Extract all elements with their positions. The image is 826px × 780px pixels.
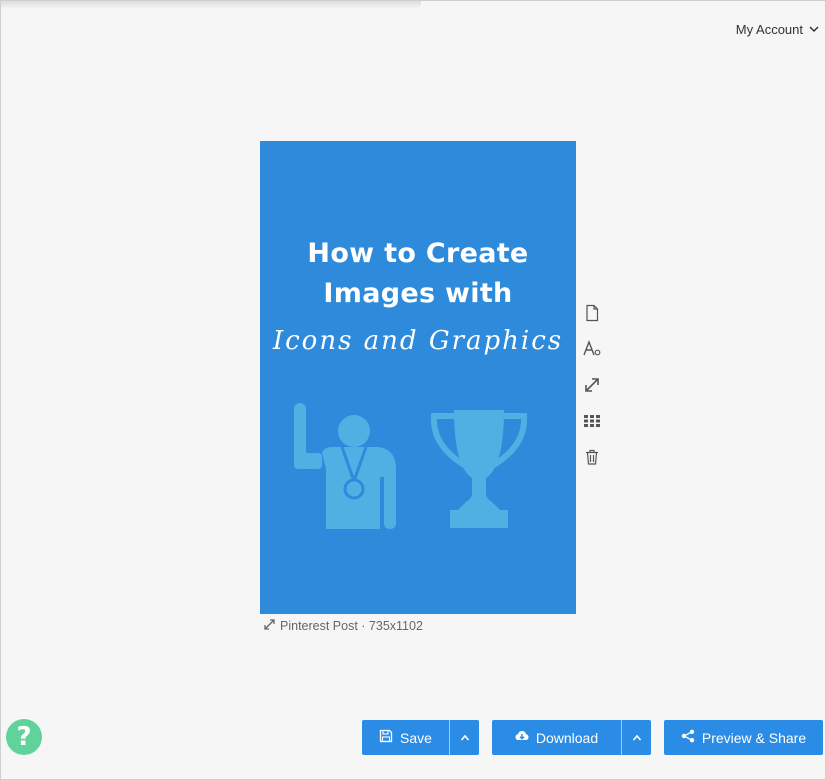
account-label: My Account [735,22,803,37]
resize-icon[interactable] [580,367,604,403]
trash-icon[interactable] [580,439,604,475]
resize-arrow-icon [264,619,275,633]
preview-share-button[interactable]: Preview & Share [664,720,823,755]
grid-icon[interactable] [580,403,604,439]
download-options-button[interactable] [621,720,651,755]
chevron-down-icon [809,22,819,37]
download-label: Download [535,729,599,746]
floppy-disk-icon [379,729,393,746]
save-options-button[interactable] [449,720,479,755]
share-label: Preview & Share [701,729,807,746]
design-script-line[interactable]: Icons and Graphics [260,326,576,356]
download-button[interactable]: Download [492,720,621,755]
editor-window: My Account How to Create Images with Ico… [0,0,826,780]
canvas-side-toolbar [580,295,604,475]
canvas-size-text: Pinterest Post · 735x1102 [280,619,423,633]
trophy-icon[interactable] [428,406,530,528]
canvas-size-label[interactable]: Pinterest Post · 735x1102 [264,619,423,633]
save-button[interactable]: Save [362,720,449,755]
design-canvas[interactable]: How to Create Images with Icons and Grap… [260,141,576,614]
chevron-up-icon [632,730,642,746]
help-button[interactable]: ? [6,719,42,755]
athlete-medal-icon[interactable] [294,403,398,529]
save-label: Save [400,729,432,746]
text-style-icon[interactable] [580,331,604,367]
design-title-line1[interactable]: How to Create [260,238,576,269]
my-account-menu[interactable]: My Account [736,22,819,37]
cloud-download-icon [515,729,529,746]
top-panel-shadow [1,1,421,9]
chevron-up-icon [460,730,470,746]
share-icon [681,729,695,746]
page-icon[interactable] [580,295,604,331]
design-title-line2[interactable]: Images with [260,278,576,309]
